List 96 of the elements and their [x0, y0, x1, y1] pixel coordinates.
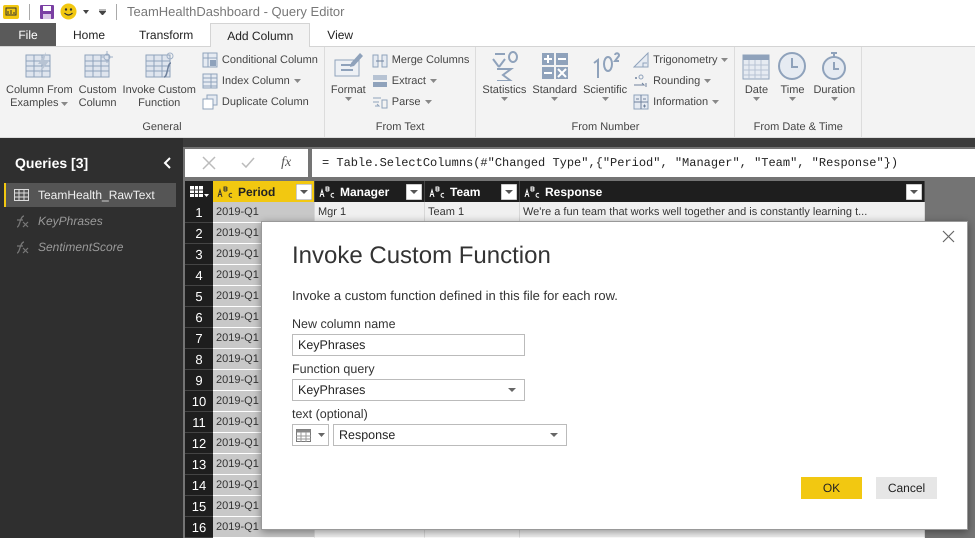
ribbon-button[interactable]: Parse — [372, 93, 470, 111]
table-cell: We're a fun team that works well together and is constantly learning t... — [520, 202, 925, 223]
query-item[interactable]: KeyPhrases — [4, 209, 176, 233]
group-label: From Number — [570, 121, 640, 135]
calculator-icon — [540, 51, 570, 81]
ribbon-button[interactable]: Format — [328, 51, 368, 121]
ribbon-button[interactable]: Standard — [530, 51, 580, 121]
column-header[interactable]: Team — [425, 181, 520, 202]
window-title: TeamHealthDashboard - Query Editor — [127, 4, 344, 19]
group-label: From Text — [374, 121, 426, 135]
ribbon-button[interactable]: Date — [739, 51, 774, 121]
row-number: 16 — [185, 517, 213, 538]
filter-dropdown-icon[interactable] — [406, 184, 422, 200]
info-grid-icon — [633, 94, 650, 110]
ribbon-button[interactable]: Trigonometry — [633, 51, 728, 69]
rounding-icon — [633, 73, 650, 89]
panel-title: Queries [3] — [15, 155, 88, 171]
caret-icon — [508, 388, 516, 392]
ribbon-button[interactable]: Scientific — [581, 51, 630, 121]
ribbon-button[interactable]: Invoke Custom Function — [120, 51, 198, 121]
input-type-dropdown[interactable] — [292, 424, 329, 446]
row-number: 13 — [185, 454, 213, 475]
clock-icon — [777, 51, 808, 81]
row-number: 15 — [185, 496, 213, 517]
formula-field[interactable]: = Table.SelectColumns(#"Changed Type",{"Period", "Manager", "Team", "Response"}) — [312, 149, 975, 177]
text-type-icon — [217, 186, 233, 198]
row-number: 14 — [185, 475, 213, 496]
column-branch-icon — [202, 52, 218, 68]
row-number: 9 — [185, 370, 213, 391]
ribbon-button[interactable]: Duration — [811, 51, 858, 121]
ribbon-button[interactable]: Custom Column — [76, 51, 119, 121]
table-menu-icon — [190, 186, 208, 198]
table-cell: 2019-Q1 — [213, 202, 315, 223]
collapse-icon[interactable] — [163, 157, 171, 169]
function-icon — [14, 214, 29, 228]
row-number: 4 — [185, 265, 213, 286]
ribbon-button[interactable]: Statistics — [480, 51, 528, 121]
table-cell: Mgr 1 — [315, 202, 425, 223]
filter-dropdown-icon[interactable] — [296, 184, 312, 200]
save-icon — [40, 4, 54, 18]
filter-dropdown-icon[interactable] — [501, 184, 517, 200]
function-icon — [14, 240, 29, 254]
ribbon-button[interactable]: Column From Examples — [4, 51, 75, 121]
close-icon[interactable] — [942, 230, 955, 243]
column-header[interactable]: Manager — [315, 181, 425, 202]
fx-button[interactable]: fx — [281, 155, 292, 171]
row-number: 1 — [185, 202, 213, 223]
ribbon-button[interactable]: Conditional Column — [202, 51, 318, 69]
table-cell: Team 1 — [425, 202, 520, 223]
row-number: 5 — [185, 286, 213, 307]
table-corner[interactable] — [185, 181, 213, 202]
table-icon — [14, 189, 29, 201]
file-menu-tab[interactable]: File — [0, 23, 56, 46]
dropdown-field[interactable]: Response — [333, 424, 567, 446]
table-icon — [296, 428, 312, 442]
row-number: 2 — [185, 223, 213, 244]
group-label: From Date & Time — [752, 121, 844, 135]
row-number: 10 — [185, 391, 213, 412]
text-type-icon — [524, 186, 540, 198]
triangle-ruler-icon — [633, 52, 650, 68]
group-label: General — [141, 121, 183, 135]
customize-toolbar-icon[interactable] — [99, 8, 106, 14]
merge-columns-icon — [372, 52, 388, 68]
ribbon-button[interactable]: Rounding — [633, 72, 728, 90]
caret-icon — [550, 433, 558, 437]
query-item[interactable]: TeamHealth_RawText — [4, 183, 176, 207]
app-logo-icon — [3, 4, 19, 18]
row-number: 12 — [185, 433, 213, 454]
duplicate-column-icon — [202, 94, 218, 110]
numbered-column-icon — [202, 73, 218, 89]
ribbon-button[interactable]: Index Column — [202, 72, 318, 90]
extract-icon — [372, 73, 388, 89]
row-number: 6 — [185, 307, 213, 328]
column-header[interactable]: Period — [213, 181, 315, 202]
dropdown-field[interactable]: KeyPhrases — [292, 379, 525, 401]
ribbon-tab[interactable]: Add Column — [210, 23, 310, 47]
ribbon-button[interactable]: Information — [633, 93, 728, 111]
caret-icon — [318, 433, 325, 437]
column-header[interactable]: Response — [520, 181, 925, 202]
row-number: 11 — [185, 412, 213, 433]
query-item[interactable]: SentimentScore — [4, 235, 176, 259]
ok-button[interactable]: OK — [801, 477, 862, 499]
text-type-icon — [429, 186, 445, 198]
ribbon-button[interactable]: Extract — [372, 72, 470, 90]
row-number: 3 — [185, 244, 213, 265]
smiley-icon — [60, 3, 77, 20]
row-number: 7 — [185, 328, 213, 349]
cancel-button[interactable]: Cancel — [876, 477, 937, 499]
row-number: 8 — [185, 349, 213, 370]
ribbon-button[interactable]: Duplicate Column — [202, 93, 318, 111]
text-field[interactable]: KeyPhrases — [292, 334, 525, 356]
text-type-icon — [319, 186, 335, 198]
ribbon-button[interactable]: Merge Columns — [372, 51, 470, 69]
filter-dropdown-icon[interactable] — [906, 184, 922, 200]
caret-icon — [83, 10, 89, 14]
ribbon-button[interactable]: Time — [775, 51, 810, 121]
